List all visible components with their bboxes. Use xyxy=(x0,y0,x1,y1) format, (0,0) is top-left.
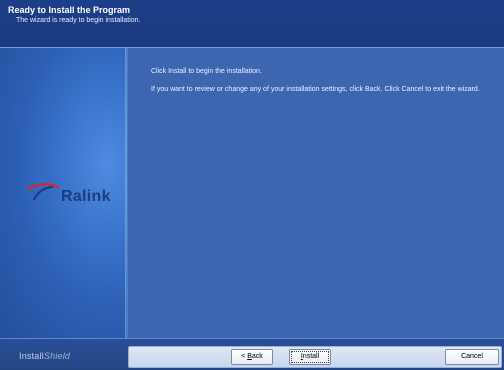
brand-install: Install xyxy=(19,351,44,361)
review-instruction-text: If you want to review or change any of y… xyxy=(151,86,480,93)
instruction-text: Click Install to begin the installation. xyxy=(151,68,262,75)
logo-text: Ralink xyxy=(61,188,111,205)
cancel-button[interactable]: Cancel xyxy=(445,349,499,365)
back-button[interactable]: < Back xyxy=(231,349,273,365)
header-banner: Ready to Install the Program The wizard … xyxy=(0,0,504,48)
installer-window: Ready to Install the Program The wizard … xyxy=(0,0,504,370)
install-button[interactable]: Install xyxy=(289,349,331,365)
install-button-rest: nstall xyxy=(302,353,320,360)
footer-bar: InstallShield < Back Install Cancel xyxy=(0,338,504,370)
ralink-swoosh-icon xyxy=(26,183,60,201)
ralink-logo: Ralink xyxy=(24,175,124,211)
brand-shield: Shield xyxy=(43,351,71,361)
button-bar: < Back Install Cancel xyxy=(128,346,502,368)
back-button-rest: ack xyxy=(251,353,263,360)
main-content: Click Install to begin the installation.… xyxy=(128,48,504,338)
installshield-brand: InstallShield xyxy=(19,351,70,361)
page-subtitle: The wizard is ready to begin installatio… xyxy=(16,17,141,24)
page-title: Ready to Install the Program xyxy=(8,5,131,15)
